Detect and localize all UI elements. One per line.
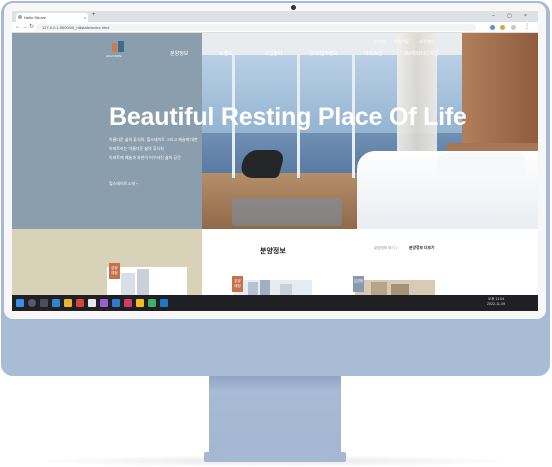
nav-item-bi-design[interactable]: BI/캐릭터디자인 [405, 50, 439, 57]
new-tab-icon[interactable]: + [92, 12, 96, 18]
nav-item-business[interactable]: 사업분야 [264, 50, 282, 57]
camera-icon [291, 5, 296, 10]
monitor-chin [1, 318, 550, 376]
hero-text-line: 아름다운 삶의 휴식처, 힐스테이트 그리고 캐슬에 대한 [109, 137, 198, 142]
hero-section: HILLSTATE 로그인 회원가입 고객센터 분양정보 브랜드 사업분야 공사… [12, 33, 538, 229]
browser-tab[interactable]: Hello Strove × [16, 13, 88, 22]
nav-item-apartment[interactable]: 아파트인 [364, 50, 382, 57]
hero-text-line: 아파트라는 아름다운 삶의 휴식처 [109, 146, 164, 151]
section-title: 분양정보 [260, 248, 286, 255]
nav-item-construction[interactable]: 공사/입주정보 [309, 50, 338, 57]
vscode-icon[interactable] [112, 299, 120, 307]
breadcrumb-current[interactable]: 분양정보 더보기 [409, 246, 435, 251]
web-page: HILLSTATE 로그인 회원가입 고객센터 분양정보 브랜드 사업분야 공사… [12, 33, 538, 295]
nav-item-brand[interactable]: 브랜드 [219, 50, 233, 57]
url-field[interactable]: 127.0.0.1:5500/09_hillstate/index.html [36, 24, 476, 31]
search-icon[interactable] [28, 299, 36, 307]
back-icon[interactable]: ← [15, 22, 21, 33]
app-icon[interactable] [100, 299, 108, 307]
browser-tab-bar: Hello Strove × + – ▢ × [12, 11, 538, 22]
screen: Hello Strove × + – ▢ × ← → ↻ 127.0.0.1:5… [12, 11, 538, 311]
nav-item-sale[interactable]: 분양정보 [170, 50, 188, 57]
forward-icon[interactable]: → [22, 22, 28, 33]
tab-title: Hello Strove [24, 15, 46, 20]
app-icon[interactable] [160, 299, 168, 307]
site-logo[interactable] [112, 41, 124, 53]
clock-date: 2022-11-09 [487, 302, 506, 306]
maximize-icon[interactable]: ▢ [507, 11, 512, 21]
sale-status-badge: 분양 예정 [109, 263, 120, 279]
file-explorer-icon[interactable] [64, 299, 72, 307]
close-tab-icon[interactable]: × [84, 13, 86, 22]
favicon-icon [18, 15, 22, 19]
top-link-signup[interactable]: 회원가입 [394, 39, 409, 45]
hero-text-line: 아파트에 예술과 자연이 어우러진 삶의 공간 [109, 155, 181, 160]
app-icon[interactable] [136, 299, 144, 307]
extension-icon[interactable] [500, 25, 505, 30]
address-bar: ← → ↻ 127.0.0.1:5500/09_hillstate/index.… [12, 22, 538, 33]
profile-icon[interactable] [511, 25, 516, 30]
app-icon[interactable] [76, 299, 84, 307]
sale-status-badge: 분양중 [353, 276, 364, 292]
task-view-icon[interactable] [40, 299, 48, 307]
minimize-icon[interactable]: – [492, 11, 495, 21]
monitor-stand-foot [204, 452, 346, 462]
monitor-stand-neck [209, 376, 341, 454]
logo-text: HILLSTATE [106, 54, 122, 58]
reload-icon[interactable]: ↻ [29, 22, 34, 33]
sale-card[interactable] [234, 280, 312, 295]
top-link-support[interactable]: 고객센터 [419, 39, 434, 45]
taskbar: 오후 11:04 2022-11-09 [12, 295, 538, 311]
app-icon[interactable] [148, 299, 156, 307]
edge-icon[interactable] [52, 299, 60, 307]
sale-status-badge: 분양 예정 [232, 276, 243, 292]
breadcrumb-prev[interactable]: 분양정보 보기 > [374, 246, 398, 251]
extension-icon[interactable] [490, 25, 495, 30]
sale-side-panel: 분양 예정 [12, 229, 202, 295]
app-icon[interactable] [124, 299, 132, 307]
hero-title: Beautiful Resting Place Of Life [109, 103, 467, 131]
app-icon[interactable] [88, 299, 96, 307]
clock[interactable]: 오후 11:04 2022-11-09 [487, 297, 505, 307]
window-close-icon[interactable]: × [524, 11, 527, 21]
sale-card[interactable] [355, 280, 435, 295]
top-link-login[interactable]: 로그인 [374, 39, 385, 45]
hero-more-link[interactable]: 힐스테이트소개 + [109, 181, 138, 187]
menu-icon[interactable]: ⋮ [524, 22, 530, 33]
start-icon[interactable] [16, 299, 24, 307]
